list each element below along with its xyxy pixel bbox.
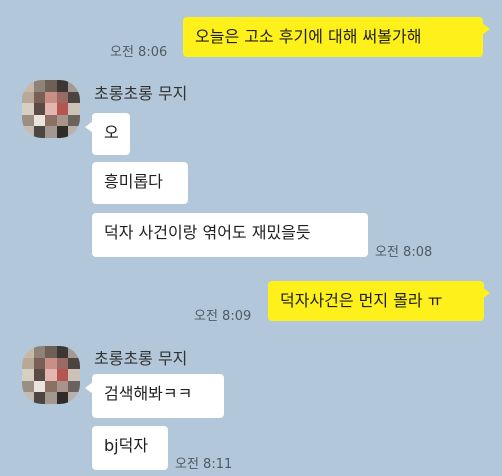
message-timestamp: 오전 8:09 [194, 309, 252, 324]
avatar[interactable] [22, 346, 80, 404]
other-message-bubble[interactable]: 검색해봐ㅋㅋ [92, 374, 224, 418]
avatar[interactable] [22, 80, 80, 138]
other-message-bubble[interactable]: bj덕자 [92, 426, 168, 470]
message-timestamp: 오전 8:08 [375, 245, 433, 260]
bubble-tail [482, 23, 490, 35]
other-message-bubble[interactable]: 오 [92, 113, 130, 155]
message-timestamp: 오전 8:11 [175, 457, 233, 472]
other-message-bubble[interactable]: 흥미롭다 [92, 162, 188, 204]
my-message-bubble[interactable]: 오늘은 고소 후기에 대해 써볼가해 [183, 17, 483, 57]
message-timestamp: 오전 8:06 [110, 45, 168, 60]
bubble-tail [482, 287, 490, 299]
sender-name: 초롱초롱 무지 [94, 349, 188, 368]
other-message-bubble[interactable]: 덕자 사건이랑 엮어도 재밌을듯 [92, 213, 368, 257]
sender-name: 초롱초롱 무지 [94, 84, 188, 103]
my-message-bubble[interactable]: 덕자사건은 먼지 몰라 ㅠ [268, 281, 484, 321]
